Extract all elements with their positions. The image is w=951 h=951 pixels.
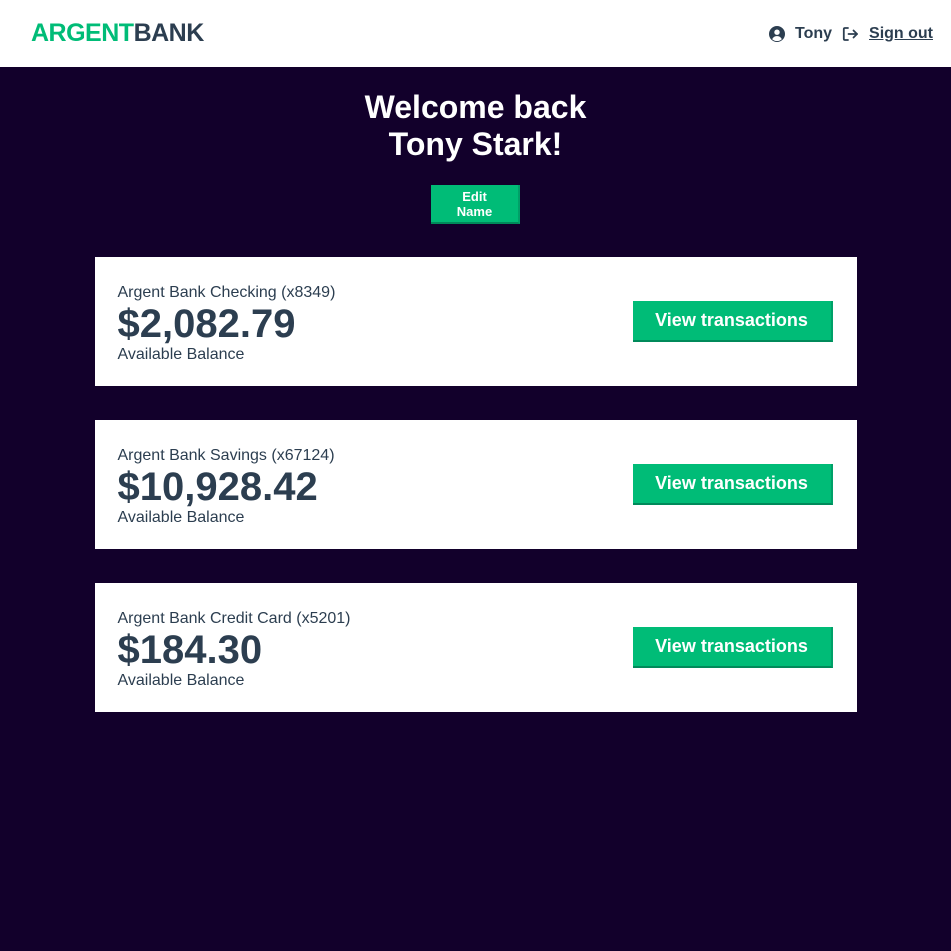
page-title: Welcome back Tony Stark! [0,89,951,163]
account-title: Argent Bank Credit Card (x5201) [117,609,351,627]
brand-logo[interactable]: ARGENT BANK [31,21,204,46]
account-info: Argent Bank Savings (x67124) $10,928.42 … [118,443,335,527]
accounts-list: Argent Bank Checking (x8349) $2,082.79 A… [0,257,951,712]
sign-out-link[interactable]: Sign out [842,25,933,43]
sign-out-icon [842,26,858,41]
account-info: Argent Bank Credit Card (x5201) $184.30 … [118,606,351,690]
welcome-user-name: Tony Stark! [388,126,563,162]
account-title: Argent Bank Savings (x67124) [117,446,335,464]
account-title: Argent Bank Checking (x8349) [117,283,336,301]
edit-name-button[interactable]: Edit Name [431,185,520,224]
main-nav: ARGENT BANK Tony Sign out [0,0,951,67]
view-transactions-button[interactable]: View transactions [632,464,833,505]
account-balance: $10,928.42 [117,464,318,509]
account-balance: $184.30 [117,627,263,672]
account-card-savings: Argent Bank Savings (x67124) $10,928.42 … [94,420,857,549]
account-info: Argent Bank Checking (x8349) $2,082.79 A… [118,280,336,364]
user-profile-link[interactable]: Tony [768,24,833,43]
view-transactions-button[interactable]: View transactions [632,627,833,668]
view-transactions-button[interactable]: View transactions [632,301,833,342]
account-card-checking: Argent Bank Checking (x8349) $2,082.79 A… [94,257,857,386]
welcome-line1: Welcome back [364,89,587,125]
user-name: Tony [794,24,833,42]
main-content: Welcome back Tony Stark! Edit Name Argen… [0,67,951,712]
sign-out-label: Sign out [869,24,933,42]
welcome-header: Welcome back Tony Stark! Edit Name [0,89,951,224]
account-balance-label: Available Balance [117,508,245,526]
user-circle-icon [768,25,785,42]
account-balance: $2,082.79 [117,301,296,346]
account-card-credit: Argent Bank Credit Card (x5201) $184.30 … [94,583,857,712]
account-balance-label: Available Balance [117,345,245,363]
nav-user-area: Tony Sign out [768,24,933,43]
account-balance-label: Available Balance [117,671,245,689]
brand-logo-part2: BANK [133,19,205,47]
brand-logo-part1: ARGENT [31,19,134,47]
